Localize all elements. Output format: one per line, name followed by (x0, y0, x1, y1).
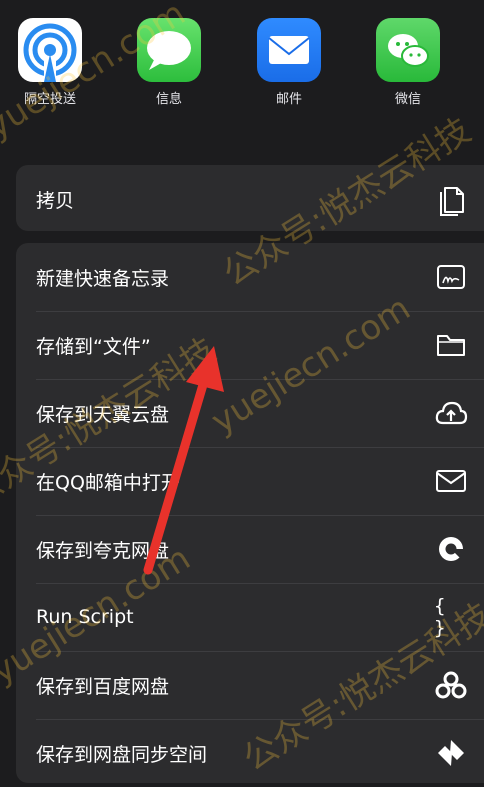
action-row-sync-space[interactable]: 保存到网盘同步空间 (16, 719, 484, 787)
action-label: Run Script (36, 606, 134, 628)
quark-icon (434, 532, 468, 566)
share-app-mail[interactable]: 邮件 (249, 18, 329, 107)
share-app-label: 邮件 (275, 92, 302, 107)
share-app-label: 微信 (394, 92, 421, 107)
messages-icon (137, 18, 201, 82)
baidu-netdisk-icon (434, 668, 468, 702)
action-row-save-to-files[interactable]: 存储到“文件” (16, 311, 484, 379)
folder-icon (434, 328, 468, 362)
copy-group: 拷贝 (16, 165, 484, 231)
share-app-wechat[interactable]: 微信 (368, 18, 448, 107)
action-label: 保存到夸克网盘 (36, 539, 170, 562)
braces-icon: { } (434, 595, 449, 639)
action-label: 保存到网盘同步空间 (36, 743, 208, 766)
actions-group: 新建快速备忘录 存储到“文件” 保存到天翼云盘 在QQ邮箱中打开 保存到夸克网盘… (16, 243, 484, 783)
action-label: 新建快速备忘录 (36, 267, 170, 290)
quick-note-icon (434, 260, 468, 294)
action-label: 保存到天翼云盘 (36, 403, 170, 426)
action-row-tianyi-cloud[interactable]: 保存到天翼云盘 (16, 379, 484, 447)
action-row-quark[interactable]: 保存到夸克网盘 (16, 515, 484, 583)
share-app-label: 信息 (155, 92, 182, 107)
copy-label: 拷贝 (36, 189, 75, 212)
airdrop-icon (18, 18, 82, 82)
action-label: 在QQ邮箱中打开 (36, 471, 180, 494)
action-label: 保存到百度网盘 (36, 675, 170, 698)
copy-icon (434, 182, 468, 216)
share-app-airdrop[interactable]: 隔空投送 (10, 18, 90, 107)
action-row-run-script[interactable]: Run Script { } (16, 583, 484, 651)
share-app-row: 隔空投送 信息 邮件 微信 (0, 0, 484, 140)
cloud-upload-icon (434, 396, 468, 430)
action-row-quick-note[interactable]: 新建快速备忘录 (16, 243, 484, 311)
share-app-messages[interactable]: 信息 (129, 18, 209, 107)
action-label: 存储到“文件” (36, 335, 151, 358)
copy-action[interactable]: 拷贝 (16, 165, 484, 233)
action-row-baidu-netdisk[interactable]: 保存到百度网盘 (16, 651, 484, 719)
envelope-icon (434, 464, 468, 498)
share-app-label: 隔空投送 (23, 92, 76, 107)
wechat-icon (376, 18, 440, 82)
action-row-qq-mail[interactable]: 在QQ邮箱中打开 (16, 447, 484, 515)
mail-icon (257, 18, 321, 82)
sync-space-icon (434, 736, 468, 770)
